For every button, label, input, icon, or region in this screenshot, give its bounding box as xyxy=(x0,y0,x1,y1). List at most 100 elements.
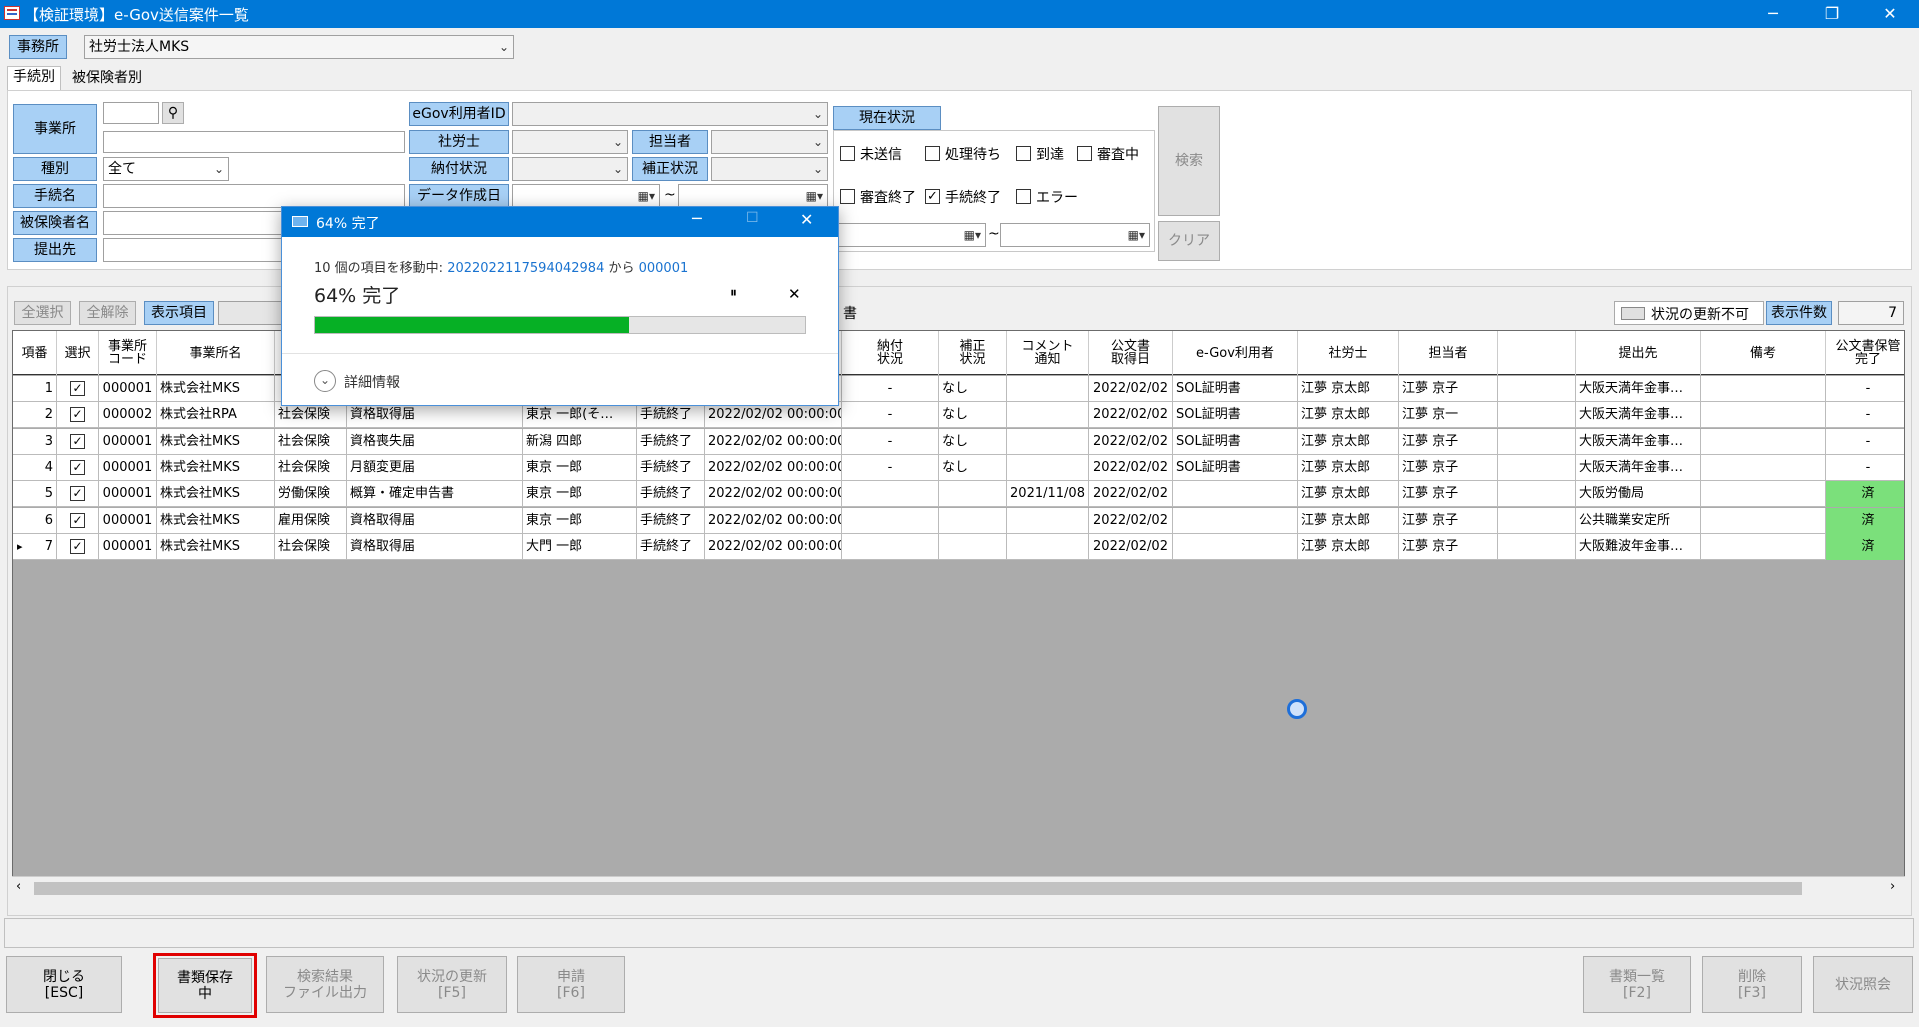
minimize-button[interactable]: ─ xyxy=(1745,0,1801,28)
grid-header-cell[interactable]: e-Gov利用者 xyxy=(1173,331,1298,375)
scrollbar-thumb[interactable] xyxy=(34,882,1802,895)
export-results-button[interactable]: 検索結果 ファイル出力 xyxy=(266,956,384,1013)
grid-cell-name: 株式会社MKS xyxy=(157,428,275,455)
status-date-from[interactable]: ▦▾ xyxy=(838,223,986,247)
hosei-select[interactable]: ⌄ xyxy=(711,157,828,181)
grid-header-cell[interactable] xyxy=(1498,331,1576,375)
grid-header-cell[interactable]: 公文書 取得日 xyxy=(1089,331,1173,375)
grid-cell-comment xyxy=(1007,428,1089,455)
tantousha-select[interactable]: ⌄ xyxy=(711,130,828,154)
search-button[interactable]: 検索 xyxy=(1158,106,1220,216)
grid-header-cell[interactable]: 公文書保管 完了 xyxy=(1826,331,1904,375)
dest-link[interactable]: 000001 xyxy=(639,261,689,276)
grid-header-cell[interactable]: 社労士 xyxy=(1298,331,1399,375)
grid-cell-egov: SOL証明書 xyxy=(1173,376,1298,402)
pause-button[interactable]: ⏸ xyxy=(730,285,737,301)
grid-cell-noufu: - xyxy=(842,428,939,455)
tab-by-procedure[interactable]: 手続別 xyxy=(7,66,61,90)
tetsuzuki-input[interactable] xyxy=(103,184,405,208)
grid-header-cell[interactable]: 提出先 xyxy=(1576,331,1701,375)
restore-button[interactable]: ❐ xyxy=(1804,0,1860,28)
status-date-to[interactable]: ▦▾ xyxy=(1000,223,1150,247)
row-checkbox[interactable]: ✓ xyxy=(70,512,85,528)
grid-cell-person: 東京 一郎 xyxy=(523,481,637,508)
toolbar-field[interactable] xyxy=(218,301,288,325)
calendar-icon[interactable]: ▦▾ xyxy=(1128,224,1145,246)
grid-header-cell[interactable]: 納付 状況 xyxy=(842,331,939,375)
grid-cell-no: 3 xyxy=(13,428,57,455)
grid-cell-note xyxy=(1701,428,1826,455)
data-date-to[interactable]: ▦▾ xyxy=(678,184,828,208)
horizontal-scrollbar[interactable]: ‹ › xyxy=(12,876,1905,900)
apply-button[interactable]: 申請 [F6] xyxy=(517,956,625,1013)
scroll-right-icon[interactable]: › xyxy=(1890,879,1895,894)
jigyosho-name-input[interactable] xyxy=(103,131,405,153)
grid-header-cell[interactable]: 担当者 xyxy=(1399,331,1498,375)
row-checkbox[interactable]: ✓ xyxy=(70,459,85,475)
dialog-minimize-icon[interactable]: ─ xyxy=(692,209,702,228)
document-list-button[interactable]: 書類一覧 [F2] xyxy=(1583,956,1691,1013)
more-details-toggle[interactable]: 詳細情報 xyxy=(344,372,400,392)
dialog-close-icon[interactable]: ✕ xyxy=(800,210,813,229)
row-checkbox[interactable]: ✓ xyxy=(70,407,85,423)
status-checkbox-6[interactable] xyxy=(1016,189,1031,204)
deselect-all-button[interactable]: 全解除 xyxy=(79,301,136,325)
table-row[interactable]: 4 ✓ 000001 株式会社MKS 社会保険 月額変更届 東京 一郎 手続終了 2022/02… xyxy=(13,454,1904,481)
office-select[interactable]: 社労士法人MKS ⌄ xyxy=(84,35,514,59)
status-inquiry-button[interactable]: 状況照会 xyxy=(1813,956,1913,1013)
shubetsu-select[interactable]: 全て ⌄ xyxy=(103,157,229,181)
grid-header-cell[interactable]: 項番 xyxy=(13,331,57,375)
cancel-button[interactable]: ✕ xyxy=(788,285,801,303)
table-row[interactable]: ▸ 7 ✓ 000001 株式会社MKS 社会保険 資格取得届 大門 一郎 手続終了 2022/0… xyxy=(13,533,1904,560)
row-checkbox[interactable]: ✓ xyxy=(70,486,85,502)
chevron-down-icon: ⌄ xyxy=(812,107,823,121)
delete-button[interactable]: 削除 [F3] xyxy=(1702,956,1802,1013)
hihokensha-label: 被保険者名 xyxy=(13,211,97,235)
sharoushi-select[interactable]: ⌄ xyxy=(512,130,628,154)
grid-header-cell[interactable]: 備考 xyxy=(1701,331,1826,375)
clear-button[interactable]: クリア xyxy=(1158,221,1220,261)
grid-header-cell[interactable]: 補正 状況 xyxy=(939,331,1007,375)
calendar-icon[interactable]: ▦▾ xyxy=(638,185,655,207)
table-row[interactable]: 6 ✓ 000001 株式会社MKS 雇用保険 資格取得届 東京 一郎 手続終了 2022/02… xyxy=(13,507,1904,534)
chevron-down-icon[interactable]: ⌄ xyxy=(314,370,336,392)
chevron-down-icon: ⌄ xyxy=(812,135,823,149)
data-date-from[interactable]: ▦▾ xyxy=(512,184,660,208)
status-checkbox-1[interactable] xyxy=(925,146,940,161)
status-checkbox-4[interactable] xyxy=(840,189,855,204)
source-link[interactable]: 20220221175940429​84 xyxy=(447,261,604,276)
calendar-icon[interactable]: ▦▾ xyxy=(806,185,823,207)
table-row[interactable]: 2 ✓ 000002 株式会社RPA 社会保険 資格取得届 東京 一郎(そ… 手続終了 2022… xyxy=(13,402,1904,429)
close-window-button[interactable]: ✕ xyxy=(1862,0,1918,28)
status-checkbox-5[interactable]: ✓ xyxy=(925,189,940,204)
status-checkbox-2[interactable] xyxy=(1016,146,1031,161)
grid-header-cell[interactable]: 事業所 コード xyxy=(99,331,157,375)
grid-header-cell[interactable]: コメント 通知 xyxy=(1007,331,1089,375)
table-row[interactable]: 3 ✓ 000001 株式会社MKS 社会保険 資格喪失届 新潟 四郎 手続終了 2022/02… xyxy=(13,428,1904,455)
select-all-button[interactable]: 全選択 xyxy=(14,301,71,325)
grid-header-cell[interactable]: 選択 xyxy=(57,331,99,375)
grid-cell-done: 済 xyxy=(1826,507,1904,534)
display-items-button[interactable]: 表示項目 xyxy=(144,301,214,325)
status-checkbox-3[interactable] xyxy=(1077,146,1092,161)
tab-by-insured[interactable]: 被保険者別 xyxy=(67,68,147,90)
noufu-select[interactable]: ⌄ xyxy=(512,157,628,181)
jigyosho-search-button[interactable]: ⚲ xyxy=(162,102,184,124)
update-status-button[interactable]: 状況の更新 [F5] xyxy=(397,956,507,1013)
grid-cell-state: 手続終了 xyxy=(637,533,705,560)
grid-header-cell[interactable]: 事業所名 xyxy=(157,331,275,375)
close-button[interactable]: 閉じる [ESC] xyxy=(6,956,122,1013)
jigyosho-code-input[interactable] xyxy=(103,102,159,124)
row-checkbox[interactable]: ✓ xyxy=(70,433,85,449)
row-checkbox[interactable]: ✓ xyxy=(70,538,85,554)
egov-id-select[interactable]: ⌄ xyxy=(512,102,828,126)
status-checkbox-0[interactable] xyxy=(840,146,855,161)
grid-cell-hosei: なし xyxy=(939,454,1007,481)
grid-cell-no: 6 xyxy=(13,507,57,534)
app-icon xyxy=(4,6,20,20)
table-row[interactable]: 5 ✓ 000001 株式会社MKS 労働保険 概算・確定申告書 東京 一郎 手続終了 2022… xyxy=(13,481,1904,508)
save-documents-button[interactable]: 書類保存 中 xyxy=(158,958,252,1013)
calendar-icon[interactable]: ▦▾ xyxy=(964,224,981,246)
row-checkbox[interactable]: ✓ xyxy=(70,381,85,396)
scroll-left-icon[interactable]: ‹ xyxy=(16,879,21,894)
